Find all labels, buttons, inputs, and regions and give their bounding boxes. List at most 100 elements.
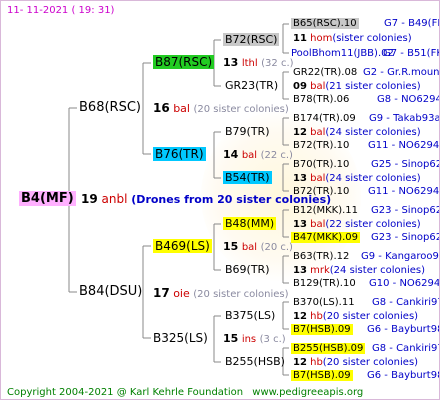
gen2-breeder-1: lthl <box>241 58 258 69</box>
gen4-code-4: G2 - Gr.R.mounta <box>363 67 440 78</box>
gen4-code-6: G8 - NO6294R <box>377 94 439 105</box>
gen2-label-1: B87(RSC) <box>153 55 215 69</box>
gen4-name-22: B255(HSB).09 <box>291 343 366 354</box>
gen4-row-18[interactable]: B129(TR).10 <box>293 277 356 290</box>
gen4-row-19[interactable]: B370(LS).11 <box>293 296 355 309</box>
gen2-note-2: (22 c.) <box>260 150 293 161</box>
gen4-row-21[interactable]: B7(HSB).09 <box>291 323 353 336</box>
gen4-row-3[interactable]: PoolBhom11(JBB).02 <box>291 47 394 60</box>
gen2-note-4: (3 c.) <box>259 334 286 345</box>
gen4-note-5: (21 sister colonies) <box>325 81 421 92</box>
gen2-queen-4[interactable]: B325(LS) <box>153 331 208 346</box>
gen2-num-4: 15 <box>223 332 239 345</box>
gen4-row-14: 13 bal(22 sister colonies) <box>293 218 421 231</box>
gen4-name-24: B7(HSB).09 <box>291 370 353 381</box>
gen3-queen-1[interactable]: B72(RSC) <box>223 33 280 47</box>
gen2-note-1: (32 c.) <box>261 58 294 69</box>
gen2-breeder-2: bal <box>241 150 258 161</box>
gen4-note-17: (24 sister colonies) <box>329 265 426 276</box>
gen1-queen-1[interactable]: B68(RSC) <box>79 100 141 116</box>
gen4-code-7: G9 - Takab93aR <box>369 113 440 124</box>
gen4-row-16[interactable]: B63(TR).12 <box>293 250 349 263</box>
root-queen[interactable]: B4(MF) <box>19 191 76 207</box>
gen4-breeder-14: bal <box>310 219 326 230</box>
gen4-num-23: 12 <box>293 357 307 368</box>
gen4-code-3: G7 - B51(FK)+5 <box>383 48 439 59</box>
footer: Copyright 2004-2021 @ Karl Kehrle Founda… <box>7 386 363 399</box>
gen4-row-6[interactable]: B78(TR).06 <box>293 93 349 106</box>
gen2-drone-info-4: 15 ins (3 c.) <box>223 332 286 347</box>
gen3-queen-5[interactable]: B48(MM) <box>223 217 277 231</box>
gen2-label-3: B469(LS) <box>153 239 212 253</box>
root-breeder: anbl <box>101 192 128 206</box>
gen4-row-23: 12 hb(20 sister colonies) <box>293 356 418 369</box>
gen2-queen-3[interactable]: B469(LS) <box>153 239 212 254</box>
date-stamp: 11- 11-2021 ( 19: 31) <box>7 5 115 16</box>
gen4-row-7[interactable]: B174(TR).09 <box>293 112 356 125</box>
gen4-code-21: G6 - Bayburt98-3 <box>367 324 439 335</box>
gen2-drone-info-2: 14 bal (22 c.) <box>223 148 293 163</box>
gen4-num-2: 11 <box>293 33 307 44</box>
root-queen-label: B4(MF) <box>19 191 76 206</box>
gen3-label-4: B54(TR) <box>223 171 272 184</box>
gen4-breeder-5: bal <box>310 81 326 92</box>
gen4-code-24: G6 - Bayburt98-3 <box>367 370 439 381</box>
gen2-queen-1[interactable]: B87(RSC) <box>153 55 215 70</box>
gen4-breeder-20: hb <box>310 311 323 322</box>
gen4-row-9[interactable]: B72(TR).10 <box>293 139 349 152</box>
gen2-num-1: 13 <box>223 56 239 69</box>
gen1-breeder-2: oie <box>173 287 190 300</box>
gen4-num-8: 12 <box>293 127 307 138</box>
gen4-num-5: 09 <box>293 81 307 92</box>
gen4-breeder-17: mrk <box>310 265 330 276</box>
gen4-breeder-8: bal <box>310 127 326 138</box>
gen4-row-17: 13 mrk(24 sister colonies) <box>293 264 425 277</box>
gen4-num-20: 12 <box>293 311 307 322</box>
gen4-code-18: G10 - NO6294R <box>369 278 440 289</box>
gen2-note-3: (20 c.) <box>260 242 293 253</box>
gen4-row-10[interactable]: B70(TR).10 <box>293 158 349 171</box>
gen2-label-2: B76(TR) <box>153 147 206 161</box>
gen1-num-2: 17 <box>153 286 170 300</box>
gen4-breeder-11: bal <box>310 173 326 184</box>
gen4-note-14: (22 sister colonies) <box>325 219 421 230</box>
gen3-queen-2[interactable]: GR23(TR) <box>225 79 278 93</box>
gen4-row-11: 13 bal(24 sister colonies) <box>293 172 421 185</box>
gen4-row-4[interactable]: GR22(TR).08 <box>293 66 357 79</box>
gen4-code-9: G11 - NO6294R <box>368 140 440 151</box>
gen2-drone-info-1: 13 lthl (32 c.) <box>223 56 294 71</box>
gen2-queen-2[interactable]: B76(TR) <box>153 147 206 162</box>
gen4-code-15: G23 - Sinop62R <box>371 232 439 243</box>
gen4-code-16: G9 - Kangaroo98R <box>361 251 439 262</box>
gen4-name-15: B47(MKK).09 <box>291 232 361 243</box>
gen3-queen-3[interactable]: B79(TR) <box>225 125 270 139</box>
root-num: 19 <box>81 192 98 206</box>
footer-site-link[interactable]: www.pedigreeapis.org <box>252 387 363 398</box>
gen4-code-19: G8 - Cankiri97Q <box>372 297 439 308</box>
gen3-queen-8[interactable]: B255(HSB) <box>225 355 285 369</box>
gen4-note-23: (20 sister colonies) <box>322 357 419 368</box>
gen2-num-3: 15 <box>223 240 239 253</box>
footer-copyright: Copyright 2004-2021 @ Karl Kehrle Founda… <box>7 387 244 398</box>
gen1-note-1: (20 sister colonies) <box>193 104 289 115</box>
gen3-label-1: B72(RSC) <box>223 33 280 46</box>
gen3-queen-7[interactable]: B375(LS) <box>225 309 275 323</box>
gen4-name-21: B7(HSB).09 <box>291 324 353 335</box>
gen3-queen-6[interactable]: B69(TR) <box>225 263 270 277</box>
gen2-breeder-4: ins <box>241 334 257 345</box>
gen4-row-13[interactable]: B12(MKK).11 <box>293 204 358 217</box>
gen2-breeder-3: bal <box>241 242 258 253</box>
gen4-note-2: (sister colonies) <box>332 33 412 44</box>
gen4-row-2: 11 hom(sister colonies) <box>293 32 412 45</box>
gen3-queen-4[interactable]: B54(TR) <box>223 171 272 185</box>
gen1-queen-2[interactable]: B84(DSU) <box>79 284 142 300</box>
gen4-row-15[interactable]: B47(MKK).09 <box>291 231 361 244</box>
gen4-row-1[interactable]: B65(RSC).10 <box>291 17 359 30</box>
gen4-row-24[interactable]: B7(HSB).09 <box>291 369 353 382</box>
gen4-breeder-23: hb <box>310 357 323 368</box>
gen4-row-22[interactable]: B255(HSB).09 <box>291 342 366 355</box>
gen1-breeder-1: bal <box>173 102 190 115</box>
gen4-num-11: 13 <box>293 173 307 184</box>
gen4-note-20: (20 sister colonies) <box>322 311 419 322</box>
gen4-row-12[interactable]: B72(TR).10 <box>293 185 349 198</box>
